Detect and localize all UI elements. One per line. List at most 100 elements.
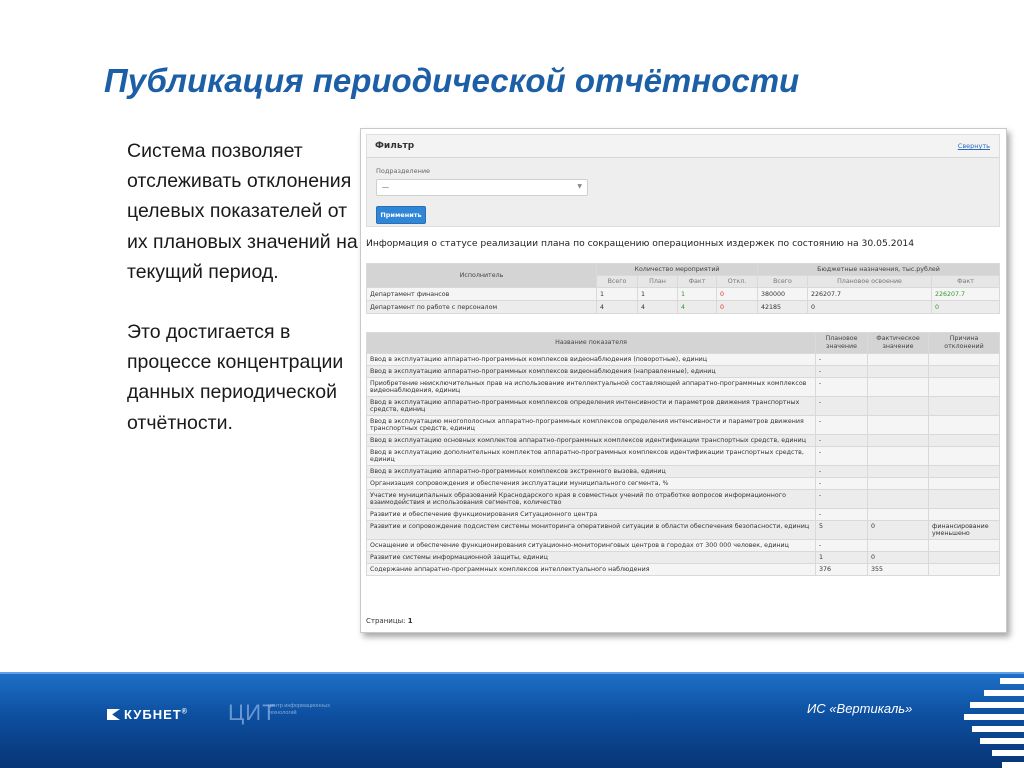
executor-header: Исполнитель — [366, 263, 597, 288]
table-row: Ввод в эксплуатацию дополнительных компл… — [366, 446, 1000, 466]
cell-total: 4 — [596, 300, 638, 314]
table-row: Развитие и обеспечение функционирования … — [366, 508, 1000, 521]
description-paragraph-2: Это достигается в процессе концентрации … — [127, 321, 344, 434]
cell-actual-value — [867, 377, 929, 397]
cell-fact: 1 — [677, 287, 717, 301]
cell-planned-value: - — [815, 396, 868, 416]
filter-panel: Фильтр Свернуть Подразделение — ▼ Примен… — [366, 134, 1000, 227]
table-row: Организация сопровождения и обеспечения … — [366, 477, 1000, 490]
table-row: Департамент финансов 1 1 1 0 380000 2262… — [366, 287, 1000, 301]
cell-indicator-name: Ввод в эксплуатацию аппаратно-программны… — [366, 396, 816, 416]
pagination-label: Страницы: — [366, 617, 406, 625]
chevron-down-icon: ▼ — [577, 183, 582, 190]
info-heading: Информация о статусе реализации плана по… — [366, 238, 915, 249]
cell-actual-value — [867, 465, 929, 478]
cell-indicator-name: Организация сопровождения и обеспечения … — [366, 477, 816, 490]
subheader-planned-spending: Плановое освоение — [807, 275, 932, 288]
page-link-current[interactable]: 1 — [408, 617, 413, 625]
cell-actual-value — [867, 434, 929, 447]
indicators-table: Название показателя Плановое значение Фа… — [366, 332, 1000, 576]
cell-budget-total: 380000 — [757, 287, 808, 301]
cell-deviation-reason — [928, 415, 1000, 435]
cell-planned-value: - — [815, 465, 868, 478]
table-row: Ввод в эксплуатацию аппаратно-программны… — [366, 353, 1000, 366]
cell-deviation-reason — [928, 477, 1000, 490]
cell-total: 1 — [596, 287, 638, 301]
subheader-budget-total: Всего — [757, 275, 808, 288]
table-row: Ввод в эксплуатацию основных комплектов … — [366, 434, 1000, 447]
cell-indicator-name: Приобретение неисключительных прав на ис… — [366, 377, 816, 397]
cell-actual-value — [867, 539, 929, 552]
footer-divider — [0, 672, 1024, 674]
actual-value-header: Фактическое значение — [867, 332, 929, 354]
kubnet-logo: КУБНЕТ® — [107, 707, 188, 722]
cell-deviation-reason: финансирование уменьшено — [928, 520, 1000, 540]
department-select[interactable]: — ▼ — [376, 179, 588, 196]
table-row: Приобретение неисключительных прав на ис… — [366, 377, 1000, 397]
subheader-plan: План — [637, 275, 678, 288]
cell-deviation-reason — [928, 489, 1000, 509]
cell-actual-value — [867, 415, 929, 435]
cell-deviation-reason — [928, 563, 1000, 576]
cell-deviation-reason — [928, 365, 1000, 378]
cell-deviation-reason — [928, 508, 1000, 521]
table-row: Развитие и сопровождение подсистем систе… — [366, 520, 1000, 540]
cell-deviation: 0 — [716, 300, 758, 314]
table-row: Участие муниципальных образований Красно… — [366, 489, 1000, 509]
table-row: Департамент по работе с персоналом 4 4 4… — [366, 300, 1000, 314]
apply-button[interactable]: Применить — [376, 206, 426, 224]
cell-indicator-name: Ввод в эксплуатацию многополосных аппара… — [366, 415, 816, 435]
cell-deviation-reason — [928, 434, 1000, 447]
cell-planned-value: - — [815, 415, 868, 435]
cell-actual-value: 0 — [867, 551, 929, 564]
cell-budget-total: 42185 — [757, 300, 808, 314]
department-select-value: — — [382, 183, 389, 191]
table-row: Оснащение и обеспечение функционирования… — [366, 539, 1000, 552]
cell-deviation-reason — [928, 551, 1000, 564]
cell-planned-value: - — [815, 539, 868, 552]
cell-planned-value: - — [815, 365, 868, 378]
table-row: Ввод в эксплуатацию аппаратно-программны… — [366, 365, 1000, 378]
cell-actual-value — [867, 477, 929, 490]
cell-indicator-name: Ввод в эксплуатацию аппаратно-программны… — [366, 365, 816, 378]
subheader-deviation: Откл. — [716, 275, 758, 288]
planned-value-header: Плановое значение — [815, 332, 868, 354]
cell-actual-value — [867, 365, 929, 378]
cell-deviation-reason — [928, 377, 1000, 397]
slide-title: Публикация периодической отчётности — [104, 62, 800, 99]
cell-fact: 4 — [677, 300, 717, 314]
cell-actual-value — [867, 446, 929, 466]
collapse-filter-link[interactable]: Свернуть — [958, 142, 990, 150]
description-paragraph-1: Система позволяет отслеживать отклонения… — [127, 140, 358, 283]
cell-plan: 4 — [637, 300, 678, 314]
slide-description: Система позволяет отслеживать отклонения… — [127, 136, 359, 438]
cell-executor: Департамент финансов — [366, 287, 597, 301]
cell-actual-value — [867, 396, 929, 416]
deviation-reason-header: Причина отклонений — [928, 332, 1000, 354]
events-header: Количество мероприятий — [596, 263, 758, 276]
kubnet-mark-icon — [107, 709, 120, 720]
plan-status-table: Исполнитель Количество мероприятий Бюдже… — [366, 263, 1000, 314]
cell-actual-value — [867, 489, 929, 509]
kubnet-registered-mark: ® — [181, 708, 188, 716]
system-name: ИС «Вертикаль» — [807, 701, 913, 716]
cell-planned-spending: 0 — [807, 300, 932, 314]
cell-deviation-reason — [928, 465, 1000, 478]
cell-actual-value — [867, 353, 929, 366]
cell-indicator-name: Ввод в эксплуатацию основных комплектов … — [366, 434, 816, 447]
subheader-budget-fact: Факт — [931, 275, 1000, 288]
table-row: Содержание аппаратно-программных комплек… — [366, 563, 1000, 576]
table-row: Развитие системы информационной защиты, … — [366, 551, 1000, 564]
cell-plan: 1 — [637, 287, 678, 301]
budget-header: Бюджетные назначения, тыс.рублей — [757, 263, 1000, 276]
pagination: Страницы: 1 — [366, 617, 413, 625]
cit-caption: центр информационных технологий — [268, 703, 330, 716]
cell-actual-value: 0 — [867, 520, 929, 540]
cell-planned-value: - — [815, 477, 868, 490]
indicator-name-header: Название показателя — [366, 332, 816, 354]
subheader-fact: Факт — [677, 275, 717, 288]
cell-planned-spending: 226207.7 — [807, 287, 932, 301]
stripes-decoration — [964, 672, 1024, 768]
cell-deviation: 0 — [716, 287, 758, 301]
cell-budget-fact: 226207.7 — [931, 287, 1000, 301]
